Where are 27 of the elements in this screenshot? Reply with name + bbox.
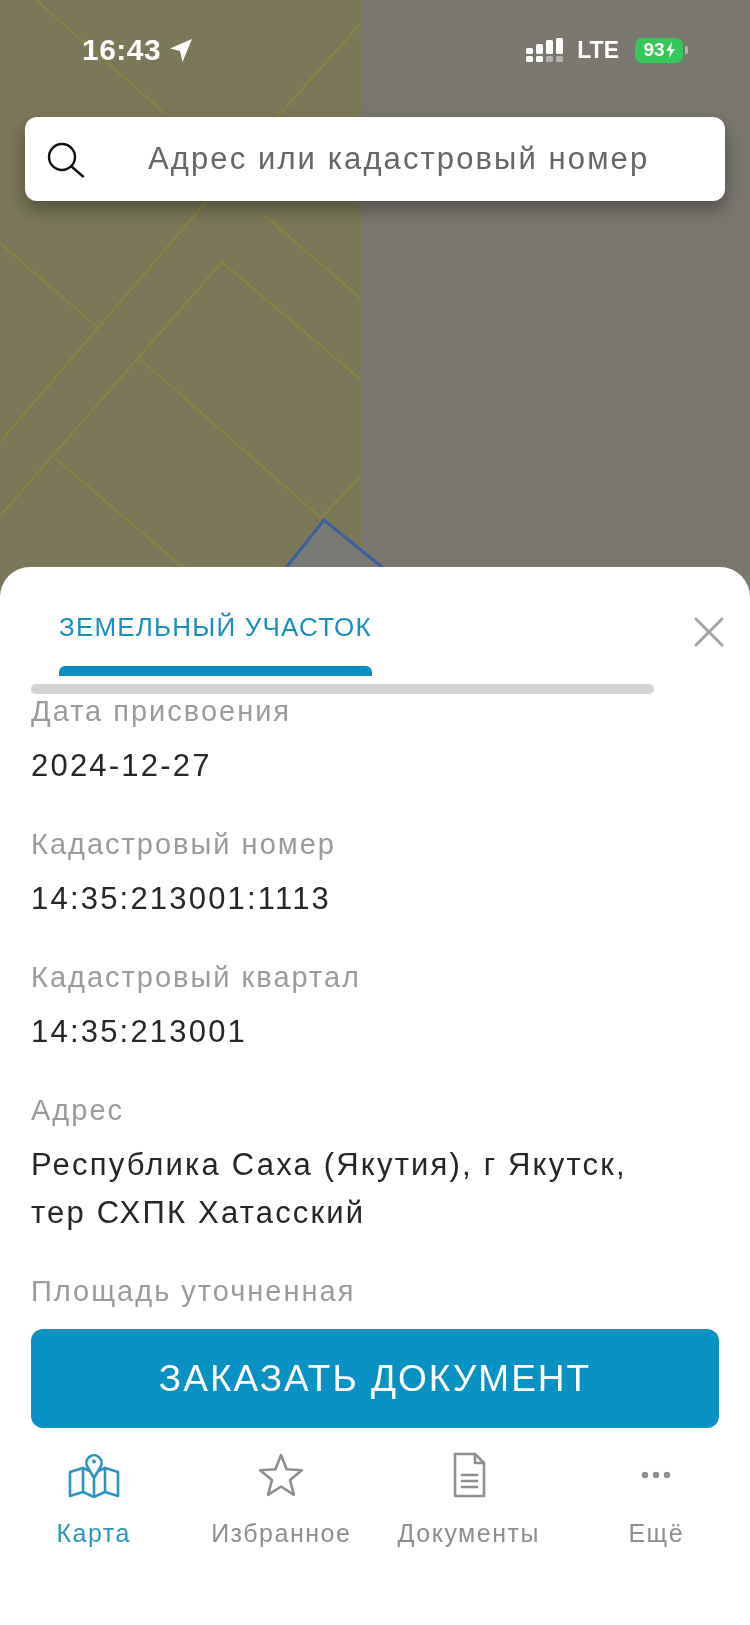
tab-bar-item[interactable]: Ещё xyxy=(562,1428,750,1548)
search-icon xyxy=(47,142,85,178)
status-time: 16:43 xyxy=(82,32,162,68)
tab-bar-item[interactable]: Документы xyxy=(375,1428,563,1548)
field-value: 2024-12-27 xyxy=(31,747,213,785)
star-icon xyxy=(257,1453,306,1497)
field-label: Адрес xyxy=(31,1094,126,1126)
tab[interactable]: ЗЕМЕЛЬНЫЙ УЧАСТОК xyxy=(59,611,372,676)
field-label: Кадастровый квартал xyxy=(31,961,362,993)
field-value: Республика Саха (Якутия), г Якутск, тер СХПК Хатасский xyxy=(31,1146,628,1232)
order-document-button[interactable]: ЗАКАЗАТЬ ДОКУМЕНТ xyxy=(31,1329,719,1428)
field-label: Дата присвоения xyxy=(31,695,293,727)
map-icon xyxy=(67,1452,120,1498)
tab-bar-item[interactable]: Избранное xyxy=(187,1428,375,1548)
signal-icon xyxy=(526,38,565,62)
field-label: Кадастровый номер xyxy=(31,828,337,860)
field-label: Площадь уточненная xyxy=(31,1275,357,1307)
tab-bar-item[interactable]: Карта xyxy=(0,1428,188,1548)
location-arrow-icon xyxy=(169,38,194,62)
network-type: LTE xyxy=(577,36,619,64)
close-icon xyxy=(694,617,724,647)
field-value: 14:35:213001 xyxy=(31,1013,249,1051)
search-field[interactable]: Адрес или кадастровый номер xyxy=(25,117,725,201)
more-icon xyxy=(641,1471,672,1479)
close-button[interactable] xyxy=(694,617,724,647)
field-value: 14:35:213001:1113 xyxy=(31,880,332,918)
battery-percent: 93 xyxy=(643,39,665,61)
